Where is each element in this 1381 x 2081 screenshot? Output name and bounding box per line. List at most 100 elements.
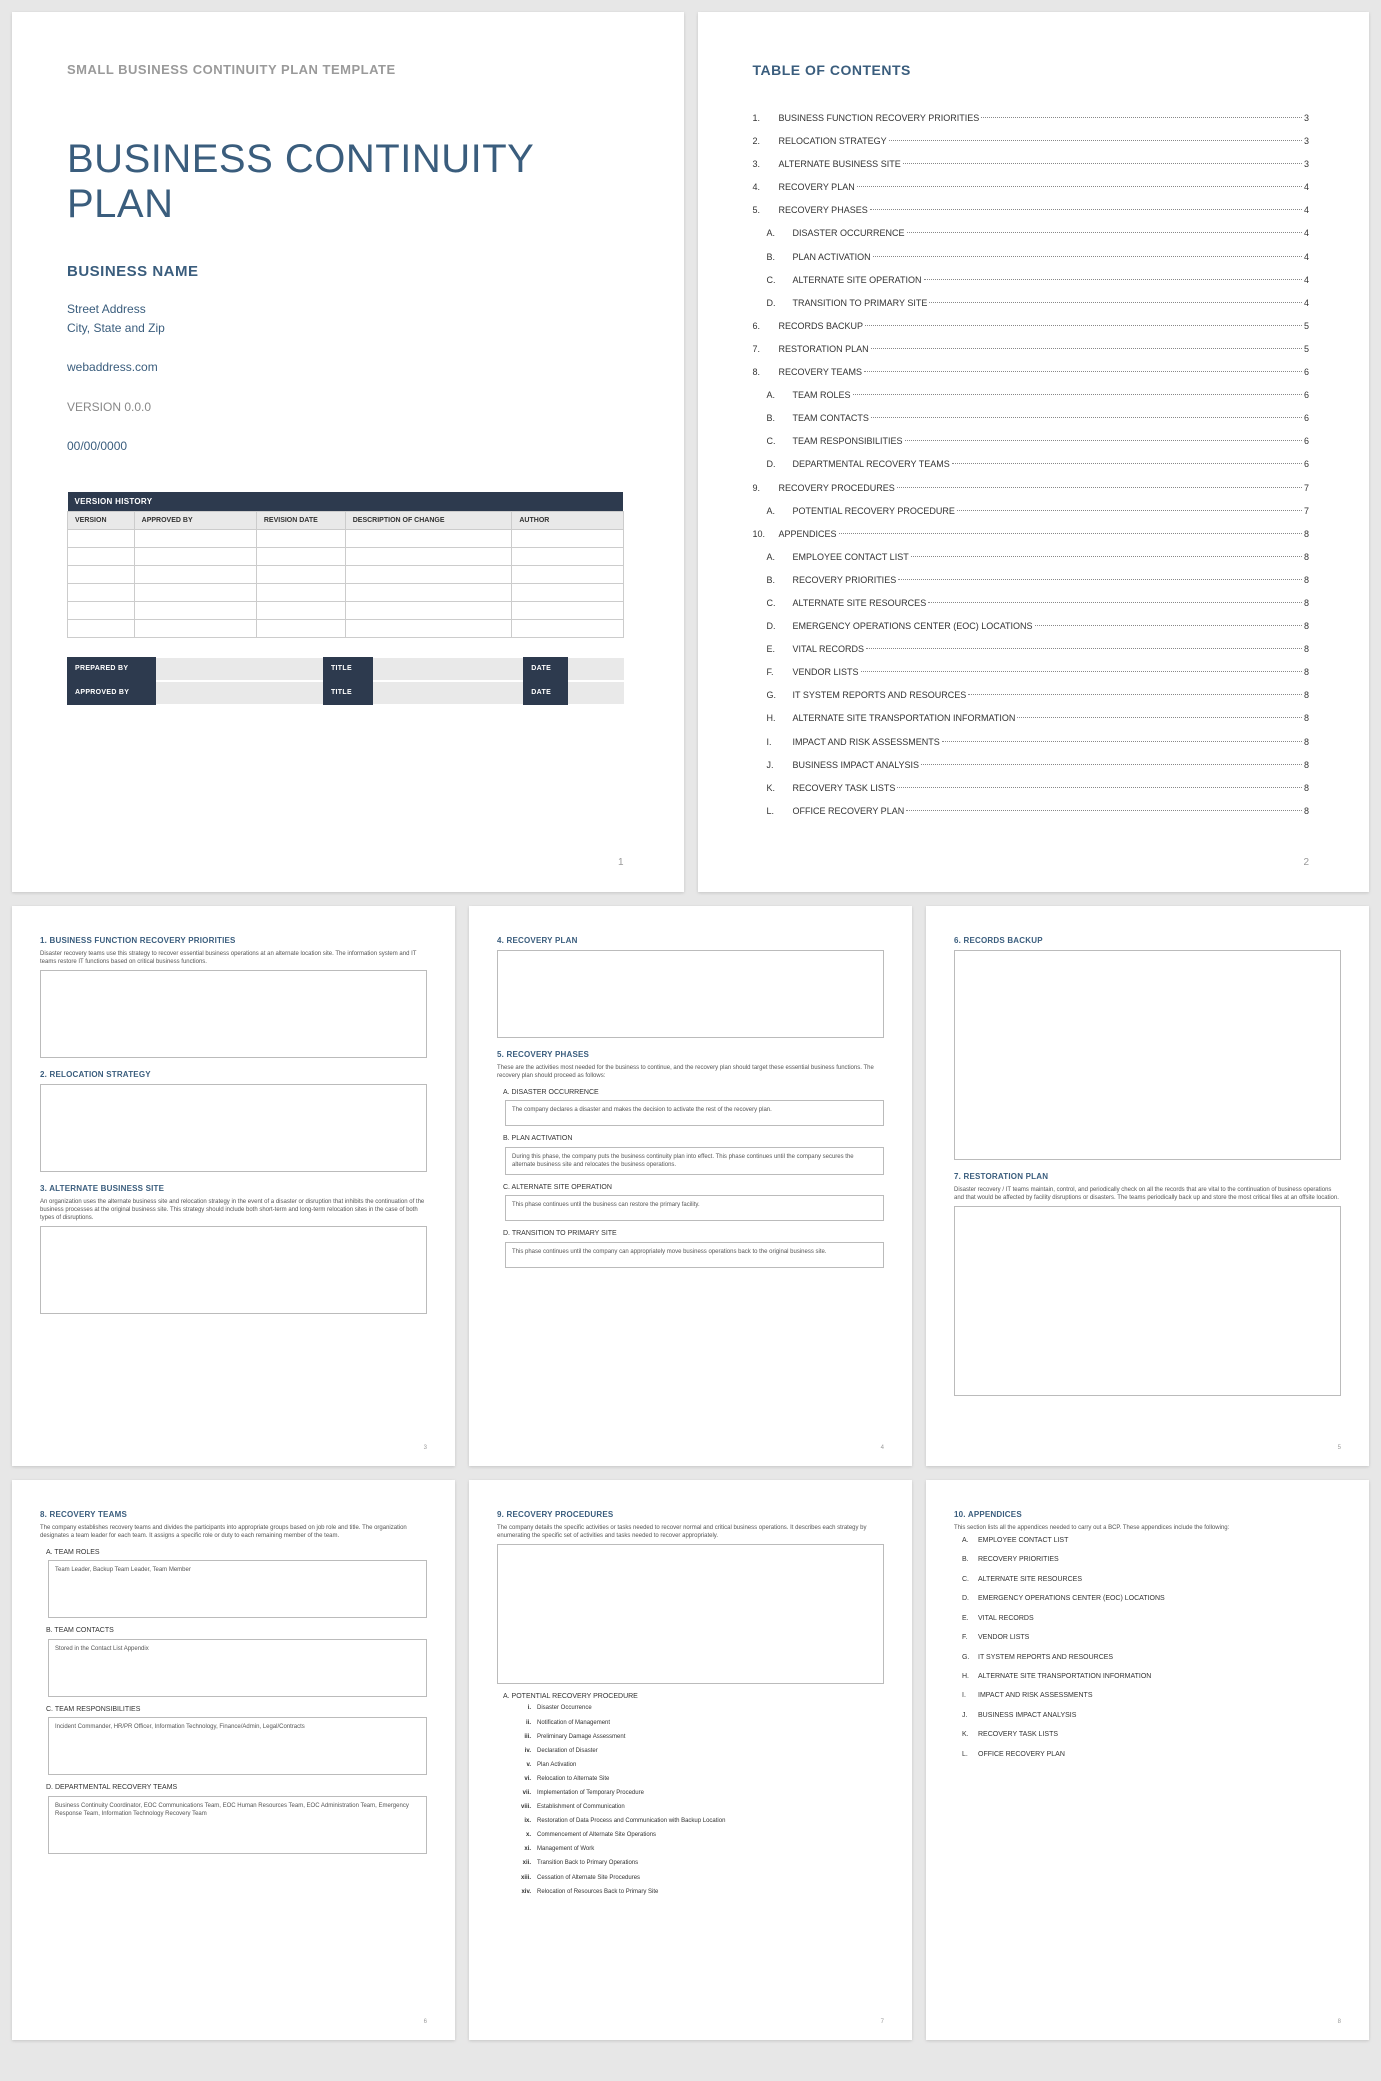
teams-a-box: Team Leader, Backup Team Leader, Team Me… bbox=[48, 1560, 427, 1618]
toc-item: 7.RESTORATION PLAN5 bbox=[753, 341, 1310, 358]
teams-b-title: B. TEAM CONTACTS bbox=[46, 1626, 427, 1635]
toc-item: C.TEAM RESPONSIBILITIES6 bbox=[753, 433, 1310, 450]
section-6-title: 6. RECORDS BACKUP bbox=[954, 936, 1341, 947]
list-item: ix.Restoration of Data Process and Commu… bbox=[515, 1817, 884, 1825]
toc-item: K.RECOVERY TASK LISTS8 bbox=[753, 780, 1310, 797]
vh-col-desc: DESCRIPTION OF CHANGE bbox=[345, 511, 512, 529]
list-item: xiv.Relocation of Resources Back to Prim… bbox=[515, 1888, 884, 1896]
list-item: C.ALTERNATE SITE RESOURCES bbox=[962, 1575, 1341, 1584]
list-item: xii.Transition Back to Primary Operation… bbox=[515, 1859, 884, 1867]
page-cover: SMALL BUSINESS CONTINUITY PLAN TEMPLATE … bbox=[12, 12, 684, 892]
list-item: D.EMERGENCY OPERATIONS CENTER (EOC) LOCA… bbox=[962, 1594, 1341, 1603]
phase-b-box: During this phase, the company puts the … bbox=[505, 1147, 884, 1175]
vh-col-version: VERSION bbox=[68, 511, 135, 529]
business-name: BUSINESS NAME bbox=[67, 263, 624, 280]
approved-by-label: APPROVED BY bbox=[67, 681, 156, 705]
section-2-title: 2. RELOCATION STRATEGY bbox=[40, 1070, 427, 1081]
template-label: SMALL BUSINESS CONTINUITY PLAN TEMPLATE bbox=[67, 62, 624, 77]
list-item: G.IT SYSTEM REPORTS AND RESOURCES bbox=[962, 1653, 1341, 1662]
table-row bbox=[68, 547, 624, 565]
teams-d-box: Business Continuity Coordinator, EOC Com… bbox=[48, 1796, 427, 1854]
list-item: K.RECOVERY TASK LISTS bbox=[962, 1730, 1341, 1739]
page-5: 6. RECORDS BACKUP 7. RESTORATION PLAN Di… bbox=[926, 906, 1369, 1466]
toc-item: A.TEAM ROLES6 bbox=[753, 387, 1310, 404]
phase-a-box: The company declares a disaster and make… bbox=[505, 1100, 884, 1126]
list-item: ii.Notification of Management bbox=[515, 1719, 884, 1727]
signoff-table: PREPARED BY TITLE DATE APPROVED BY TITLE… bbox=[67, 656, 624, 706]
section-1-box bbox=[40, 970, 427, 1058]
version-history-table: VERSION HISTORY VERSION APPROVED BY REVI… bbox=[67, 492, 624, 638]
list-item: xi.Management of Work bbox=[515, 1845, 884, 1853]
toc-item: 5.RECOVERY PHASES4 bbox=[753, 202, 1310, 219]
toc-item: J.BUSINESS IMPACT ANALYSIS8 bbox=[753, 757, 1310, 774]
toc-item: A.POTENTIAL RECOVERY PROCEDURE7 bbox=[753, 503, 1310, 520]
toc-item: 8.RECOVERY TEAMS6 bbox=[753, 364, 1310, 381]
teams-a-title: A. TEAM ROLES bbox=[46, 1548, 427, 1557]
section-9-box bbox=[497, 1544, 884, 1684]
table-row bbox=[68, 529, 624, 547]
page-number: 3 bbox=[424, 1444, 427, 1452]
procedure-steps: i.Disaster Occurrence ii.Notification of … bbox=[515, 1704, 884, 1895]
page-number: 4 bbox=[881, 1444, 884, 1452]
section-5-desc: These are the activities most needed for… bbox=[497, 1064, 884, 1080]
phase-c-box: This phase continues until the business … bbox=[505, 1195, 884, 1221]
date-label: DATE bbox=[523, 681, 568, 705]
procedure-a-title: A. POTENTIAL RECOVERY PROCEDURE bbox=[503, 1692, 884, 1701]
city-state-zip: City, State and Zip bbox=[67, 319, 624, 338]
toc-item: B.PLAN ACTIVATION4 bbox=[753, 249, 1310, 266]
toc-item: L.OFFICE RECOVERY PLAN8 bbox=[753, 803, 1310, 820]
teams-c-box: Incident Commander, HR/PR Officer, Infor… bbox=[48, 1717, 427, 1775]
phase-b-title: B. PLAN ACTIVATION bbox=[503, 1134, 884, 1143]
toc-item: D.EMERGENCY OPERATIONS CENTER (EOC) LOCA… bbox=[753, 618, 1310, 635]
toc-item: D.TRANSITION TO PRIMARY SITE4 bbox=[753, 295, 1310, 312]
table-row bbox=[68, 565, 624, 583]
toc-item: F.VENDOR LISTS8 bbox=[753, 664, 1310, 681]
toc-item: H.ALTERNATE SITE TRANSPORTATION INFORMAT… bbox=[753, 710, 1310, 727]
phase-d-title: D. TRANSITION TO PRIMARY SITE bbox=[503, 1229, 884, 1238]
appendix-list: A.EMPLOYEE CONTACT LISTB.RECOVERY PRIORI… bbox=[962, 1536, 1341, 1759]
section-1-title: 1. BUSINESS FUNCTION RECOVERY PRIORITIES bbox=[40, 936, 427, 947]
toc-item: 4.RECOVERY PLAN4 bbox=[753, 179, 1310, 196]
list-item: I.IMPACT AND RISK ASSESSMENTS bbox=[962, 1691, 1341, 1700]
section-6-box bbox=[954, 950, 1341, 1160]
title-label: TITLE bbox=[323, 657, 373, 681]
list-item: iii.Preliminary Damage Assessment bbox=[515, 1733, 884, 1741]
title-field bbox=[373, 681, 523, 705]
list-item: A.EMPLOYEE CONTACT LIST bbox=[962, 1536, 1341, 1545]
phase-d-box: This phase continues until the company c… bbox=[505, 1242, 884, 1268]
phase-c-title: C. ALTERNATE SITE OPERATION bbox=[503, 1183, 884, 1192]
date-field bbox=[568, 681, 624, 705]
list-item: vi.Relocation to Alternate Site bbox=[515, 1775, 884, 1783]
section-5-title: 5. RECOVERY PHASES bbox=[497, 1050, 884, 1061]
page-number: 5 bbox=[1338, 1444, 1341, 1452]
page-number: 8 bbox=[1338, 2018, 1341, 2026]
list-item: vii.Implementation of Temporary Procedur… bbox=[515, 1789, 884, 1797]
toc-title: TABLE OF CONTENTS bbox=[753, 62, 1310, 78]
toc-item: 2.RELOCATION STRATEGY3 bbox=[753, 133, 1310, 150]
page-toc: TABLE OF CONTENTS 1.BUSINESS FUNCTION RE… bbox=[698, 12, 1370, 892]
toc-item: 10.APPENDICES8 bbox=[753, 526, 1310, 543]
section-8-title: 8. RECOVERY TEAMS bbox=[40, 1510, 427, 1521]
section-7-title: 7. RESTORATION PLAN bbox=[954, 1172, 1341, 1183]
date-label: 00/00/0000 bbox=[67, 437, 624, 456]
page-number: 1 bbox=[618, 857, 624, 868]
section-2-box bbox=[40, 1084, 427, 1172]
section-3-title: 3. ALTERNATE BUSINESS SITE bbox=[40, 1184, 427, 1195]
list-item: F.VENDOR LISTS bbox=[962, 1633, 1341, 1642]
list-item: H.ALTERNATE SITE TRANSPORTATION INFORMAT… bbox=[962, 1672, 1341, 1681]
list-item: i.Disaster Occurrence bbox=[515, 1704, 884, 1712]
toc-item: A.DISASTER OCCURRENCE4 bbox=[753, 225, 1310, 242]
section-10-title: 10. APPENDICES bbox=[954, 1510, 1341, 1521]
list-item: xiii.Cessation of Alternate Site Procedu… bbox=[515, 1874, 884, 1882]
teams-c-title: C. TEAM RESPONSIBILITIES bbox=[46, 1705, 427, 1714]
vh-col-author: AUTHOR bbox=[512, 511, 623, 529]
page-4: 4. RECOVERY PLAN 5. RECOVERY PHASES Thes… bbox=[469, 906, 912, 1466]
toc-item: 3.ALTERNATE BUSINESS SITE3 bbox=[753, 156, 1310, 173]
list-item: L.OFFICE RECOVERY PLAN bbox=[962, 1750, 1341, 1759]
section-1-desc: Disaster recovery teams use this strateg… bbox=[40, 950, 427, 966]
page-number: 2 bbox=[1303, 857, 1309, 868]
street-address: Street Address bbox=[67, 300, 624, 319]
page-6: 8. RECOVERY TEAMS The company establishe… bbox=[12, 1480, 455, 2040]
toc-item: C.ALTERNATE SITE RESOURCES8 bbox=[753, 595, 1310, 612]
section-3-desc: An organization uses the alternate busin… bbox=[40, 1198, 427, 1222]
